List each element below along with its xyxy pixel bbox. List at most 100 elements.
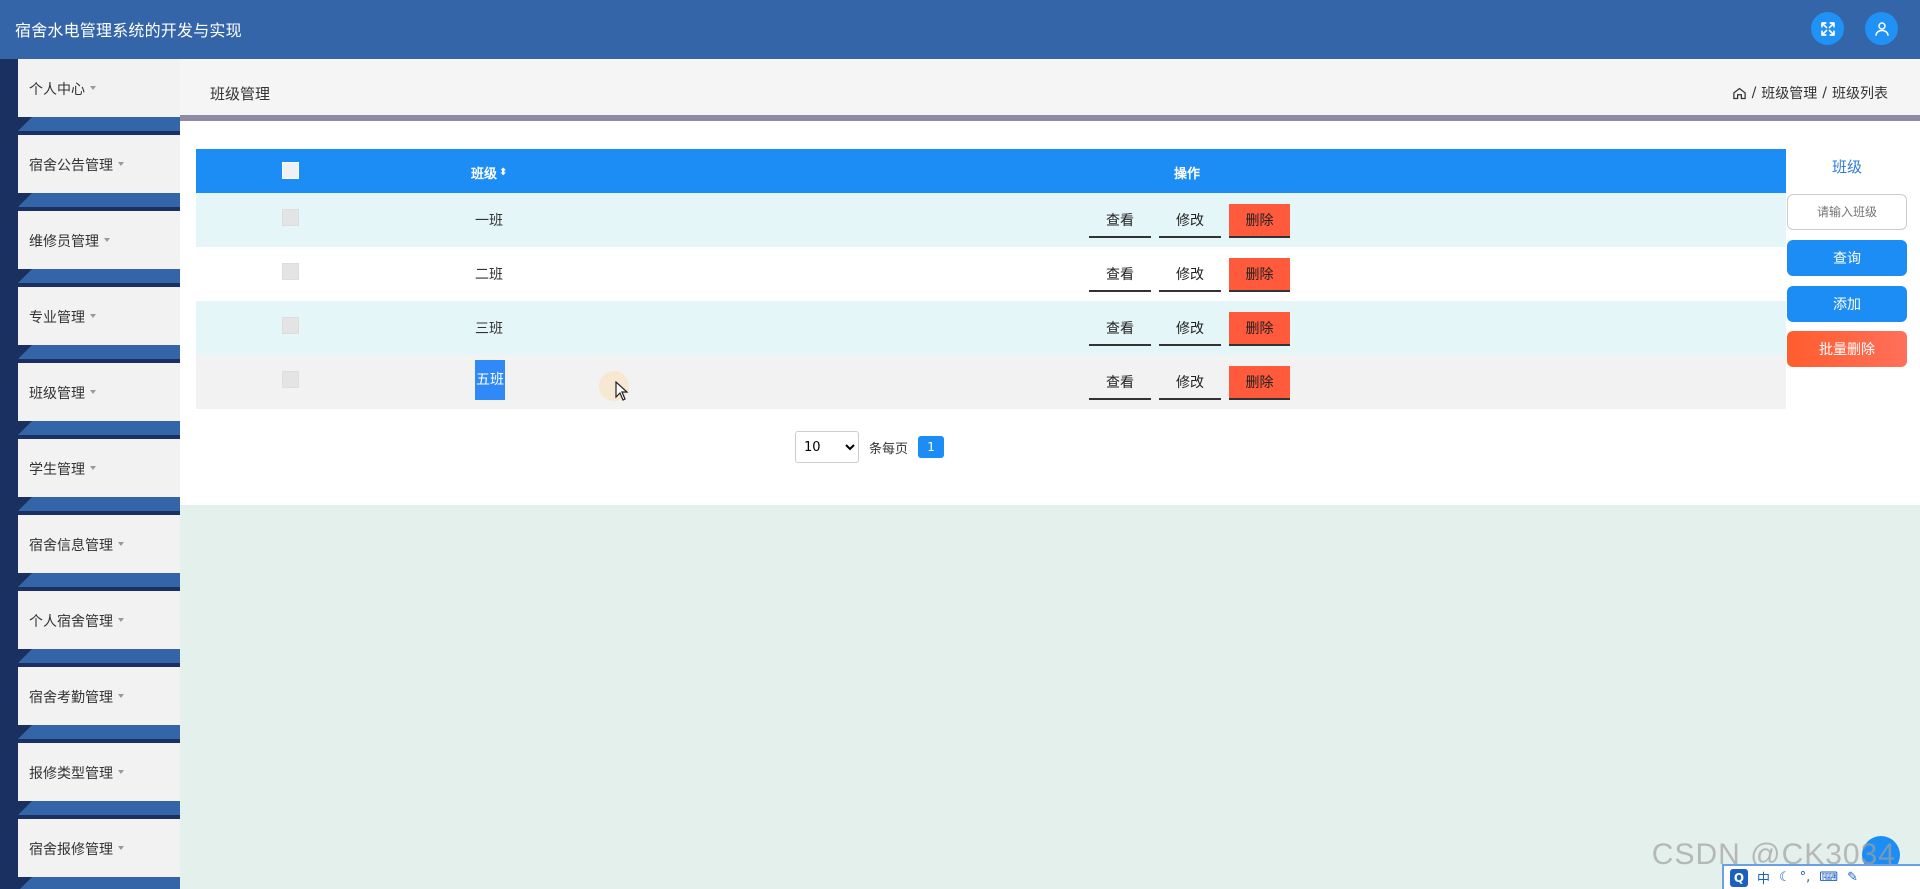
class-cell: 三班	[475, 321, 503, 337]
sidebar-item-label: 班级管理	[29, 383, 96, 403]
sidebar-divider	[18, 801, 180, 815]
user-icon	[1874, 21, 1889, 36]
sidebar-item-major-management[interactable]: 专业管理	[18, 287, 180, 345]
caret-down-icon	[90, 86, 96, 90]
main-content: 班级 ⬍ 操作 一班 查看 修改 删除 二班 查看 修改 删除 三班 查看 修改…	[180, 121, 1920, 505]
view-button[interactable]: 查看	[1089, 312, 1151, 346]
sidebar-item-label: 维修员管理	[29, 231, 110, 251]
sidebar-divider	[18, 193, 180, 207]
view-button[interactable]: 查看	[1089, 204, 1151, 238]
sidebar-item-student-management[interactable]: 学生管理	[18, 439, 180, 497]
keyboard-icon[interactable]: ⌨	[1819, 870, 1838, 885]
sidebar-item-label: 报修类型管理	[29, 763, 124, 783]
sidebar-divider	[18, 877, 180, 889]
per-page-label: 条每页	[869, 441, 909, 457]
moon-icon[interactable]: ☾	[1779, 870, 1791, 885]
sidebar-item-attendance-management[interactable]: 宿舍考勤管理	[18, 667, 180, 725]
caret-down-icon	[104, 238, 110, 242]
class-cell-selected-text: 五班	[475, 360, 505, 400]
home-icon[interactable]	[1732, 86, 1747, 101]
class-search-input[interactable]	[1787, 194, 1907, 230]
batch-delete-button[interactable]: 批量删除	[1787, 331, 1907, 367]
edit-button[interactable]: 修改	[1159, 312, 1221, 346]
caret-down-icon	[90, 466, 96, 470]
class-table: 班级 ⬍ 操作 一班 查看 修改 删除 二班 查看 修改 删除 三班 查看 修改…	[196, 149, 1786, 409]
caret-down-icon	[90, 390, 96, 394]
row-checkbox[interactable]	[282, 317, 299, 334]
edit-button[interactable]: 修改	[1159, 258, 1221, 292]
mouse-cursor-icon	[615, 381, 629, 401]
ime-language-toggle[interactable]: 中	[1757, 868, 1770, 887]
sidebar-item-repair-type-management[interactable]: 报修类型管理	[18, 743, 180, 801]
table-header: 班级 ⬍ 操作	[196, 149, 1786, 193]
sidebar-item-class-management[interactable]: 班级管理	[18, 363, 180, 421]
delete-button[interactable]: 删除	[1229, 258, 1290, 292]
sidebar: 个人中心 宿舍公告管理 维修员管理 专业管理 班级管理 学生管理 宿舍信息管理 …	[0, 59, 180, 889]
row-checkbox[interactable]	[282, 263, 299, 280]
sidebar-divider	[18, 269, 180, 283]
class-cell: 一班	[475, 213, 503, 229]
sidebar-item-personal-dorm-management[interactable]: 个人宿舍管理	[18, 591, 180, 649]
caret-down-icon	[118, 694, 124, 698]
caret-down-icon	[118, 618, 124, 622]
ime-toolbar: Q 中 ☾ °, ⌨ ✎	[1722, 864, 1920, 889]
user-button[interactable]	[1865, 12, 1898, 45]
fullscreen-icon	[1820, 21, 1835, 36]
sidebar-divider	[18, 345, 180, 359]
sidebar-divider	[18, 421, 180, 435]
table-row: 五班 查看 修改 删除	[196, 355, 1786, 409]
sidebar-divider	[18, 117, 180, 131]
page-size-select[interactable]: 10	[795, 431, 859, 463]
pagination: 10 条每页 1	[795, 431, 945, 463]
sidebar-item-personal-center[interactable]: 个人中心	[18, 59, 180, 117]
sidebar-item-label: 宿舍报修管理	[29, 839, 124, 859]
caret-down-icon	[118, 770, 124, 774]
breadcrumb-item-class-management[interactable]: 班级管理	[1761, 83, 1817, 103]
page-title: 班级管理	[210, 85, 271, 103]
sidebar-divider	[18, 725, 180, 739]
sidebar-item-label: 专业管理	[29, 307, 96, 327]
breadcrumb-separator: /	[1822, 85, 1827, 101]
caret-down-icon	[118, 846, 124, 850]
ime-logo-icon[interactable]: Q	[1730, 868, 1748, 887]
query-button[interactable]: 查询	[1787, 240, 1907, 276]
sort-icon: ⬍	[499, 166, 508, 178]
sidebar-item-label: 个人宿舍管理	[29, 611, 124, 631]
page-number-current[interactable]: 1	[918, 436, 945, 458]
fullscreen-button[interactable]	[1811, 12, 1844, 45]
add-button[interactable]: 添加	[1787, 286, 1907, 322]
breadcrumb-item-class-list: 班级列表	[1832, 86, 1888, 102]
sidebar-divider	[18, 573, 180, 587]
punctuation-icon[interactable]: °,	[1800, 870, 1811, 885]
search-label: 班级	[1831, 158, 1862, 176]
sidebar-divider	[18, 649, 180, 663]
table-row: 一班 查看 修改 删除	[196, 193, 1786, 247]
view-button[interactable]: 查看	[1089, 366, 1151, 400]
sidebar-item-notice-management[interactable]: 宿舍公告管理	[18, 135, 180, 193]
column-header-ops: 操作	[1174, 167, 1201, 182]
view-button[interactable]: 查看	[1089, 258, 1151, 292]
table-row: 三班 查看 修改 删除	[196, 301, 1786, 355]
sidebar-item-repairman-management[interactable]: 维修员管理	[18, 211, 180, 269]
row-checkbox[interactable]	[282, 371, 299, 388]
sidebar-item-label: 学生管理	[29, 459, 96, 479]
caret-down-icon	[118, 162, 124, 166]
sidebar-item-label: 宿舍考勤管理	[29, 687, 124, 707]
row-checkbox[interactable]	[282, 209, 299, 226]
sidebar-item-label: 个人中心	[29, 79, 96, 99]
breadcrumb-separator: /	[1751, 85, 1757, 101]
column-header-class[interactable]: 班级 ⬍	[471, 163, 507, 182]
edit-button[interactable]: 修改	[1159, 204, 1221, 238]
app-title: 宿舍水电管理系统的开发与实现	[15, 21, 242, 40]
edit-button[interactable]: 修改	[1159, 366, 1221, 400]
delete-button[interactable]: 删除	[1229, 312, 1290, 346]
delete-button[interactable]: 删除	[1229, 366, 1290, 400]
caret-down-icon	[90, 314, 96, 318]
top-bar: 宿舍水电管理系统的开发与实现	[0, 0, 1920, 59]
sidebar-divider	[18, 497, 180, 511]
sidebar-item-dorm-info-management[interactable]: 宿舍信息管理	[18, 515, 180, 573]
settings-icon[interactable]: ✎	[1847, 870, 1858, 885]
delete-button[interactable]: 删除	[1229, 204, 1290, 238]
sidebar-item-repair-management[interactable]: 宿舍报修管理	[18, 819, 180, 877]
select-all-checkbox[interactable]	[282, 162, 299, 179]
